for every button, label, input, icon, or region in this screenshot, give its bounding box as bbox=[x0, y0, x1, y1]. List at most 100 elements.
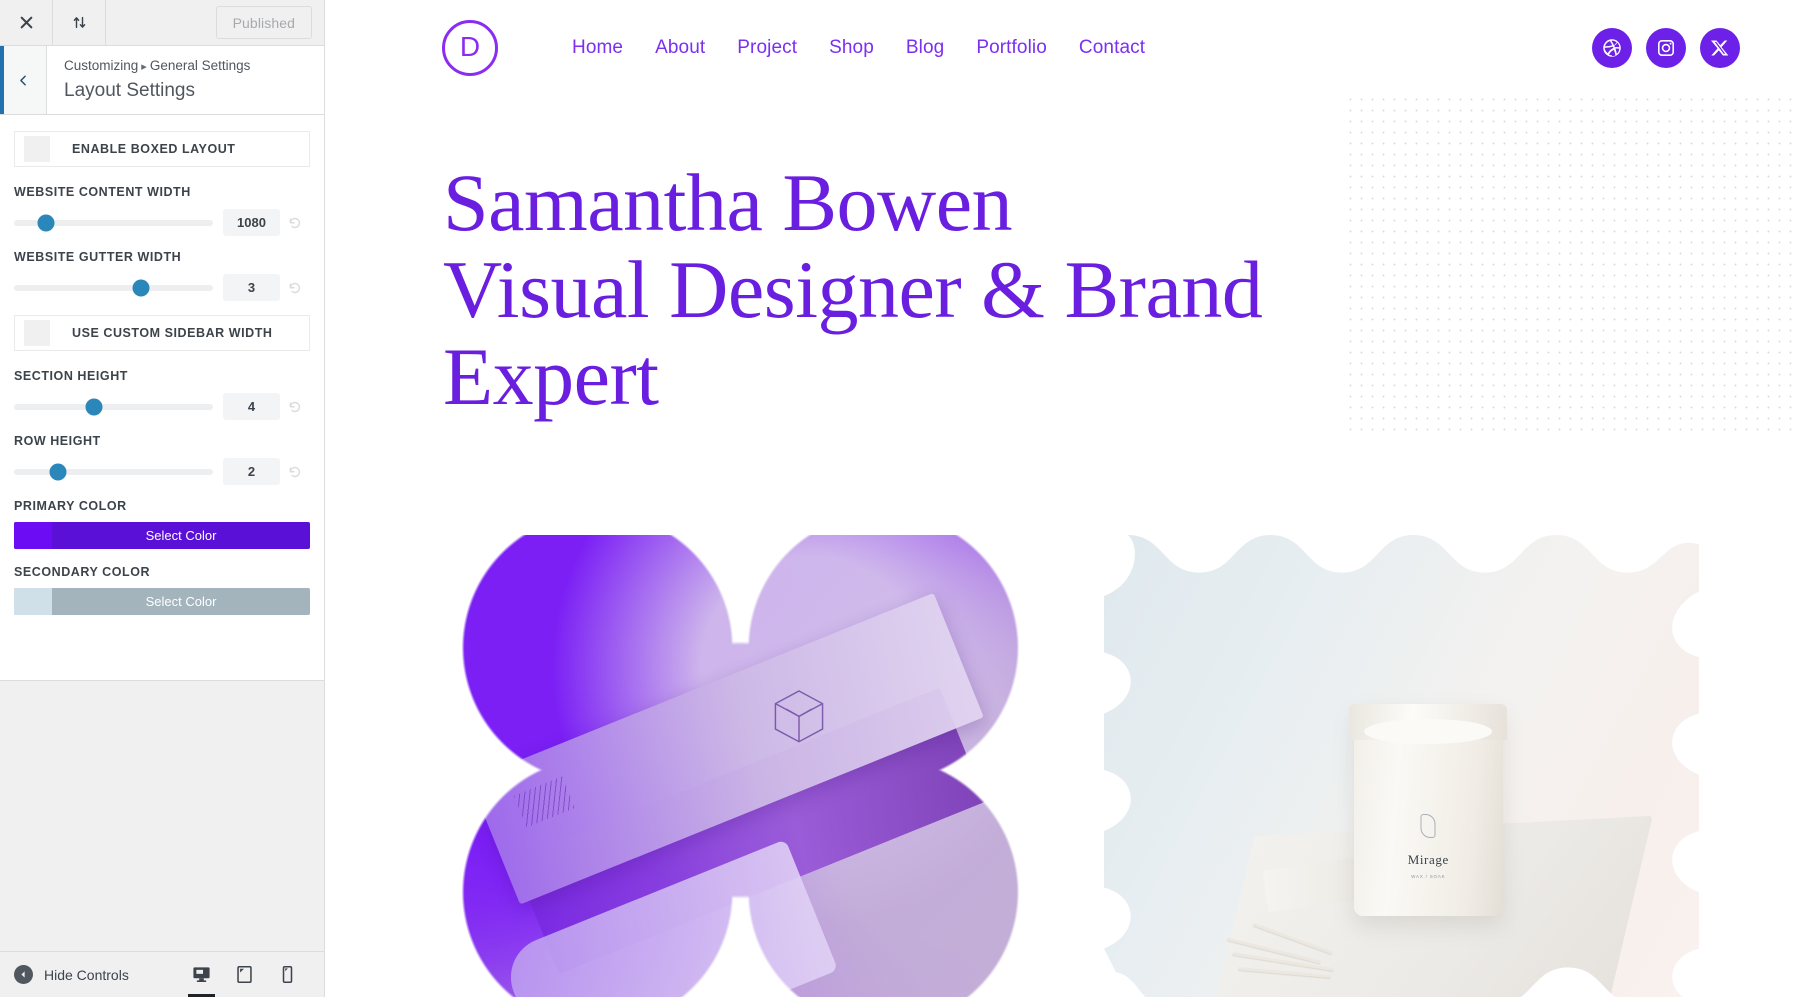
control-label: WEBSITE CONTENT WIDTH bbox=[14, 185, 191, 199]
slider-thumb[interactable] bbox=[49, 463, 67, 480]
checkbox-enable-boxed-layout[interactable] bbox=[24, 136, 50, 162]
chevron-left-icon bbox=[19, 75, 26, 85]
wave-blob-shape: Mirage WAX / SOAK bbox=[1104, 535, 1699, 997]
control-use-custom-sidebar-width[interactable]: USE CUSTOM SIDEBAR WIDTH bbox=[14, 315, 310, 351]
control-label: PRIMARY COLOR bbox=[14, 499, 127, 513]
social-dribbble-button[interactable] bbox=[1592, 27, 1632, 68]
caret-left-circle-icon bbox=[14, 965, 33, 984]
collapse-devices-button[interactable] bbox=[53, 0, 106, 45]
mirage-candle-image[interactable]: Mirage WAX / SOAK bbox=[1104, 535, 1699, 997]
control-label: WEBSITE GUTTER WIDTH bbox=[14, 250, 182, 264]
purple-blob-shape bbox=[443, 535, 1038, 997]
jar-logo-mark bbox=[1421, 814, 1436, 838]
reset-icon bbox=[289, 401, 301, 412]
matchstick bbox=[1239, 967, 1332, 978]
controls-panel: ENABLE BOXED LAYOUT WEBSITE CONTENT WIDT… bbox=[0, 115, 324, 615]
menu-item-blog[interactable]: Blog bbox=[890, 37, 960, 59]
menu-item-project[interactable]: Project bbox=[721, 37, 813, 59]
breadcrumb-parent: General Settings bbox=[149, 58, 251, 73]
hero-line-2: Visual Designer & Brand bbox=[443, 243, 1263, 335]
primary-select-color-button[interactable]: Select Color bbox=[52, 522, 310, 549]
tablet-icon bbox=[237, 965, 252, 984]
breadcrumb-separator: ▸ bbox=[141, 61, 147, 73]
reset-icon bbox=[289, 466, 301, 477]
panel-back-button[interactable] bbox=[0, 46, 47, 114]
slider-thumb[interactable] bbox=[85, 398, 103, 415]
control-row: 4 bbox=[14, 393, 310, 420]
control-secondary-color: SECONDARY COLOR Select Color bbox=[14, 565, 310, 615]
control-website-content-width: WEBSITE CONTENT WIDTH 1080 bbox=[14, 185, 310, 236]
social-instagram-button[interactable] bbox=[1646, 27, 1686, 68]
value-website-content-width[interactable]: 1080 bbox=[223, 209, 280, 236]
social-x-button[interactable] bbox=[1700, 27, 1740, 68]
hero-heading: Samantha Bowen Visual Designer & Brand E… bbox=[443, 157, 1740, 422]
purple-packaging-image[interactable] bbox=[443, 535, 1038, 997]
reset-row-height[interactable] bbox=[280, 464, 310, 480]
hero-line-3: Expert bbox=[443, 330, 659, 422]
control-section-height: SECTION HEIGHT 4 bbox=[14, 369, 310, 420]
value-website-gutter-width[interactable]: 3 bbox=[223, 274, 280, 301]
main-menu: Home About Project Shop Blog Portfolio C… bbox=[556, 37, 1161, 59]
device-tablet-button[interactable] bbox=[223, 952, 266, 997]
secondary-color-picker[interactable]: Select Color bbox=[14, 588, 310, 615]
slider-website-gutter-width[interactable] bbox=[14, 279, 213, 296]
menu-item-home[interactable]: Home bbox=[556, 37, 639, 59]
primary-color-swatch[interactable] bbox=[14, 522, 52, 549]
close-customizer-button[interactable] bbox=[0, 0, 53, 45]
desktop-icon bbox=[193, 967, 210, 983]
value-section-height[interactable]: 4 bbox=[223, 393, 280, 420]
slider-website-content-width[interactable] bbox=[14, 214, 213, 231]
control-enable-boxed-layout[interactable]: ENABLE BOXED LAYOUT bbox=[14, 131, 310, 167]
slider-thumb[interactable] bbox=[37, 214, 55, 231]
reset-website-content-width[interactable] bbox=[280, 215, 310, 231]
checkbox-use-custom-sidebar-width[interactable] bbox=[24, 320, 50, 346]
reset-icon bbox=[289, 282, 301, 293]
social-links bbox=[1592, 27, 1740, 68]
site-preview: D Home About Project Shop Blog Portfolio… bbox=[325, 0, 1800, 997]
customizer-footer: Hide Controls bbox=[0, 951, 324, 997]
menu-item-contact[interactable]: Contact bbox=[1063, 37, 1161, 59]
slider-section-height[interactable] bbox=[14, 398, 213, 415]
page-title: Layout Settings bbox=[64, 79, 195, 101]
hide-controls-button[interactable]: Hide Controls bbox=[0, 965, 129, 984]
menu-item-portfolio[interactable]: Portfolio bbox=[960, 37, 1063, 59]
breadcrumb-root: Customizing bbox=[64, 58, 139, 73]
publish-button[interactable]: Published bbox=[215, 6, 312, 39]
secondary-select-color-button[interactable]: Select Color bbox=[52, 588, 310, 615]
control-label: SECONDARY COLOR bbox=[14, 565, 151, 579]
breadcrumb: Customizing ▸ General Settings bbox=[64, 57, 250, 76]
mobile-icon bbox=[282, 965, 293, 984]
dribbble-icon bbox=[1603, 38, 1621, 57]
slider-thumb[interactable] bbox=[132, 279, 150, 296]
control-row: 2 bbox=[14, 458, 310, 485]
device-desktop-button[interactable] bbox=[180, 952, 223, 997]
candle-scene: Mirage WAX / SOAK bbox=[1104, 535, 1699, 997]
menu-item-shop[interactable]: Shop bbox=[813, 37, 890, 59]
sort-arrows-icon bbox=[73, 16, 85, 29]
customizer-panel-header: Customizing ▸ General Settings Layout Sett… bbox=[0, 46, 324, 115]
reset-section-height[interactable] bbox=[280, 399, 310, 415]
control-label: USE CUSTOM SIDEBAR WIDTH bbox=[72, 326, 273, 340]
hero-title: Samantha Bowen Visual Designer & Brand E… bbox=[443, 157, 1740, 422]
x-icon bbox=[1711, 40, 1729, 55]
control-label: ENABLE BOXED LAYOUT bbox=[72, 142, 236, 156]
divi-logo[interactable]: D bbox=[442, 19, 498, 76]
primary-color-picker[interactable]: Select Color bbox=[14, 522, 310, 549]
menu-item-about[interactable]: About bbox=[639, 37, 721, 59]
mirage-candle-jar: Mirage WAX / SOAK bbox=[1354, 704, 1503, 916]
reset-website-gutter-width[interactable] bbox=[280, 280, 310, 296]
secondary-color-swatch[interactable] bbox=[14, 588, 52, 615]
customizer-sidebar: Published Customizing ▸ General Settings L… bbox=[0, 0, 325, 997]
reset-icon bbox=[289, 217, 301, 228]
hide-controls-label: Hide Controls bbox=[44, 966, 129, 983]
device-mobile-button[interactable] bbox=[266, 952, 309, 997]
hero-line-1: Samantha Bowen bbox=[443, 157, 1013, 248]
close-icon bbox=[20, 16, 32, 29]
control-row: 3 bbox=[14, 274, 310, 301]
site-navigation: D Home About Project Shop Blog Portfolio… bbox=[325, 0, 1800, 95]
slider-row-height[interactable] bbox=[14, 463, 213, 480]
value-row-height[interactable]: 2 bbox=[223, 458, 280, 485]
panel-titles: Customizing ▸ General Settings Layout Sett… bbox=[47, 46, 250, 114]
customizer-screen: Published Customizing ▸ General Settings L… bbox=[0, 0, 1800, 997]
